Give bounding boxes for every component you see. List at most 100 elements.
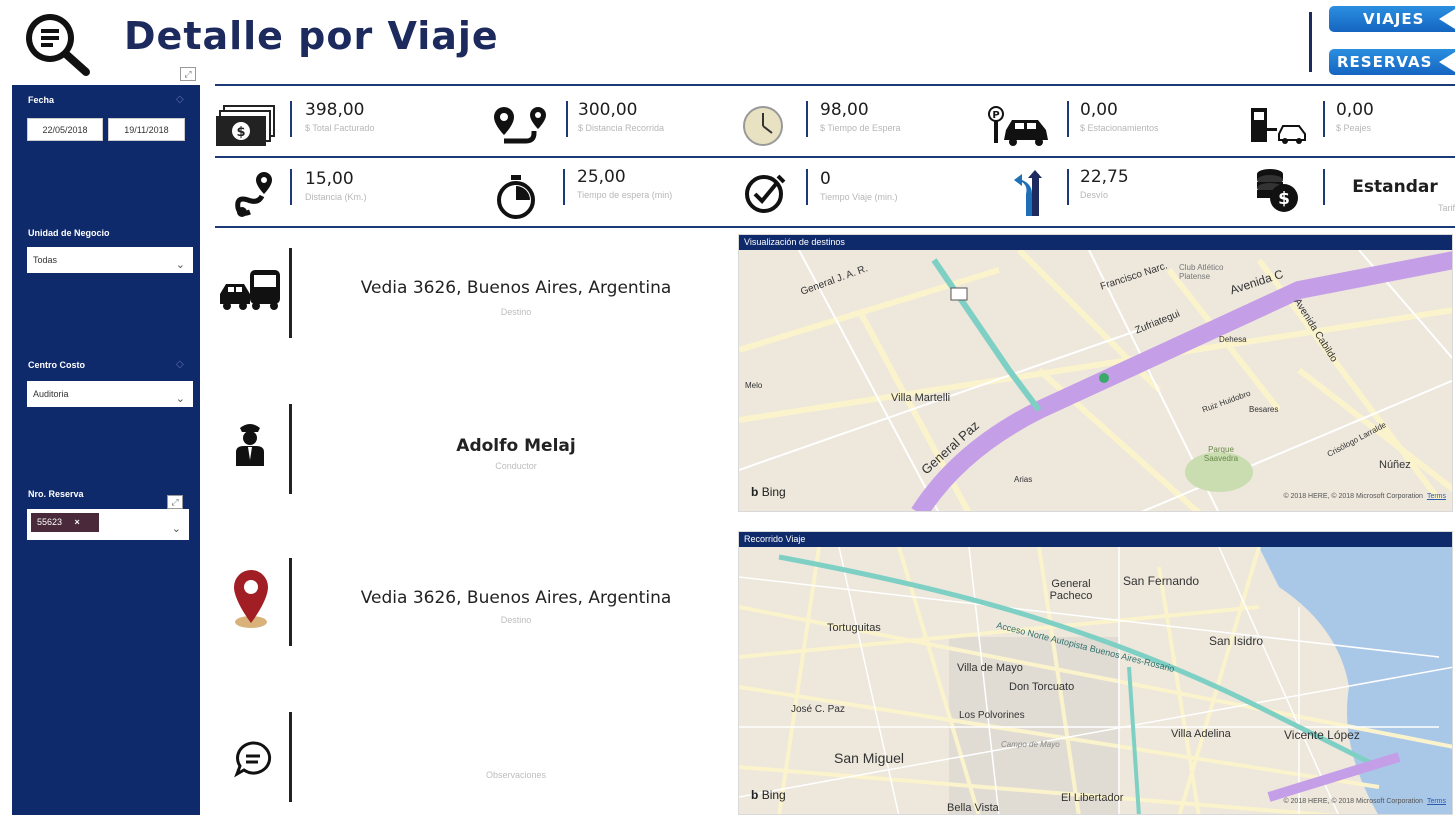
coins-icon: $ (1254, 166, 1300, 219)
kpi-divider (563, 169, 565, 205)
search-logo-icon (20, 8, 94, 78)
conductor-value: Adolfo Melaj (456, 436, 576, 456)
map1-label: Parque Saavedra (1203, 445, 1239, 463)
svg-text:$: $ (236, 125, 245, 140)
centro-value: Auditoria (33, 389, 69, 399)
kpi-divider (1323, 101, 1325, 137)
unidad-select[interactable]: Todas ⌄ (27, 247, 193, 273)
kpi-tiempo-espera-min-value: 25,00 (577, 167, 626, 187)
map2-label: Tortuguitas (827, 622, 881, 634)
map-credits: © 2018 HERE, © 2018 Microsoft Corporatio… (1283, 493, 1446, 500)
map2-label: Bella Vista (947, 802, 999, 814)
map1-label: Club Atlético Platense (1179, 263, 1224, 281)
timer-check-icon (744, 170, 788, 221)
svg-text:$: $ (1278, 189, 1290, 209)
focus-mode-icon[interactable]: ⤢ (180, 67, 196, 81)
centro-select[interactable]: Auditoria ⌄ (27, 381, 193, 407)
map1-label: Besares (1249, 405, 1279, 414)
bing-logo: b Bing (751, 485, 786, 499)
eraser-icon[interactable]: ◇ (176, 359, 184, 370)
map-destinos-roads (739, 250, 1452, 511)
toll-icon (1249, 104, 1309, 151)
reserva-select[interactable]: 55623 × ⌄ (27, 509, 189, 540)
observaciones-label: Observaciones (485, 770, 547, 780)
eraser-icon[interactable]: ◇ (176, 94, 184, 105)
kpi-distancia-value: 15,00 (305, 169, 354, 189)
map2-label: Vicente López (1284, 728, 1360, 742)
destino-value: Vedia 3626, Buenos Aires, Argentina (360, 588, 672, 608)
map-credits: © 2018 HERE, © 2018 Microsoft Corporatio… (1283, 798, 1446, 805)
bing-text: Bing (761, 485, 786, 499)
header-divider (1309, 12, 1312, 72)
map-pin-icon (228, 568, 274, 637)
filter-sidebar (12, 85, 200, 815)
map2-label: José C. Paz (791, 704, 845, 715)
map-recorrido[interactable]: Recorrido Viaje General Pacheco San Fern… (738, 531, 1453, 815)
map-destinos[interactable]: Visualización de destinos General J. A. … (738, 234, 1453, 512)
kpi-tiempo-espera-min-label: Tiempo de espera (min) (577, 190, 673, 200)
reserva-tag-label: 55623 (37, 517, 63, 527)
kpi-row-rule (215, 156, 1455, 158)
kpi-tiempo-viaje-value: 0 (820, 169, 831, 189)
header-rule (215, 84, 1455, 86)
close-icon[interactable]: × (75, 517, 80, 527)
kpi-divider (806, 169, 808, 205)
kpi-divider (1067, 169, 1069, 205)
detail-divider (289, 712, 292, 802)
map-destinos-title: Visualización de destinos (739, 235, 1452, 250)
kpi-divider (566, 101, 568, 137)
parking-icon: P (988, 106, 1056, 151)
kpi-divider (1067, 101, 1069, 137)
arrow-left-icon (1439, 52, 1455, 72)
driver-icon (234, 420, 266, 471)
origen-value: Vedia 3626, Buenos Aires, Argentina (360, 278, 672, 298)
map2-label: Campo de Mayo (1001, 740, 1060, 749)
kpi-distancia-recorrida-label: $ Distancia Recorrida (578, 123, 665, 133)
chevron-down-icon: ⌄ (175, 259, 185, 271)
map2-label: San Miguel (834, 750, 905, 766)
kpi-total-facturado-label: $ Total Facturado (305, 123, 375, 133)
detour-icon (1012, 170, 1046, 223)
map-recorrido-title: Recorrido Viaje (739, 532, 1452, 547)
destino-label: Destino (500, 615, 532, 625)
route-icon (490, 105, 554, 150)
date-from-field[interactable]: 22/05/2018 (27, 118, 103, 141)
centro-label: Centro Costo (28, 360, 85, 370)
credits-text: © 2018 HERE, © 2018 Microsoft Corporatio… (1283, 493, 1423, 500)
kpi-estacionamientos-label: $ Estacionamientos (1080, 123, 1159, 133)
kpi-tarifa-label: Tarifa (1437, 203, 1455, 213)
terms-link[interactable]: Terms (1427, 798, 1446, 805)
distance-icon (232, 170, 276, 223)
chevron-down-icon: ⌄ (171, 523, 181, 535)
map2-label: Don Torcuato (1009, 681, 1075, 693)
reservas-button[interactable]: RESERVAS (1329, 49, 1455, 75)
conductor-label: Conductor (495, 461, 537, 471)
kpi-divider (1323, 169, 1325, 205)
comment-icon (234, 740, 272, 783)
map2-label: General Pacheco (1049, 578, 1093, 602)
kpi-estacionamientos-value: 0,00 (1080, 100, 1118, 120)
detail-divider (289, 558, 292, 646)
terms-link[interactable]: Terms (1427, 493, 1446, 500)
kpi-tiempo-viaje-label: Tiempo Viaje (min.) (820, 192, 898, 202)
credits-text: © 2018 HERE, © 2018 Microsoft Corporatio… (1283, 798, 1423, 805)
page-title: Detalle por Viaje (124, 14, 499, 58)
kpi-divider (290, 101, 292, 137)
kpi-divider (290, 169, 292, 205)
map2-label: Los Polvorines (959, 710, 1025, 721)
detail-divider (289, 404, 292, 494)
viajes-button[interactable]: VIAJES (1329, 6, 1455, 32)
detail-divider (289, 248, 292, 338)
reserva-label: Nro. Reserva (28, 489, 84, 499)
origen-label: Destino (500, 307, 532, 317)
fecha-label: Fecha (28, 95, 55, 105)
car-bus-icon (218, 266, 282, 315)
money-icon: $ (216, 104, 278, 153)
arrow-left-icon (1439, 9, 1455, 29)
date-to-field[interactable]: 19/11/2018 (108, 118, 185, 141)
focus-mode-icon[interactable]: ⤢ (167, 495, 183, 509)
map2-label: El Libertador (1061, 792, 1124, 804)
kpi-total-facturado-value: 398,00 (305, 100, 365, 120)
map1-label: Núñez (1379, 459, 1411, 471)
reserva-tag[interactable]: 55623 × (31, 513, 99, 532)
